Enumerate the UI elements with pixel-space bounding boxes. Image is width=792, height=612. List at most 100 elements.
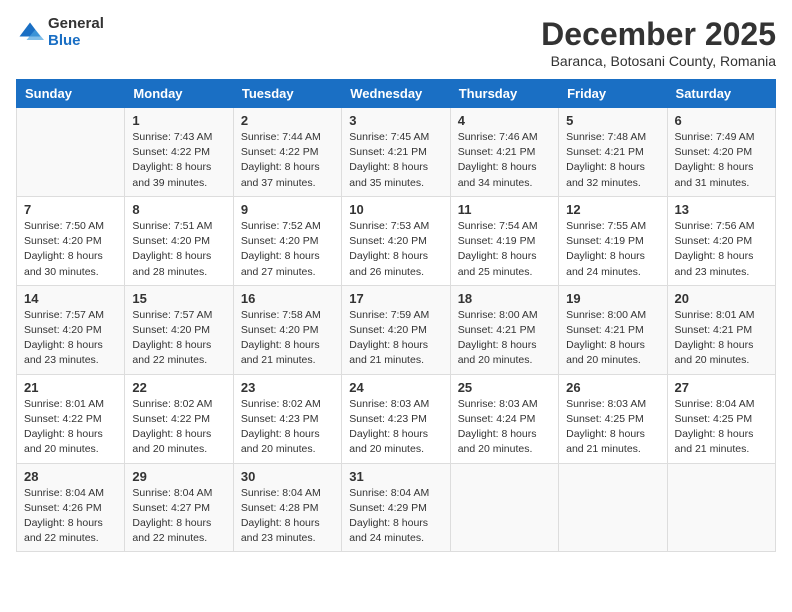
- sunrise-info: Sunrise: 7:57 AM: [24, 309, 104, 321]
- daylight-info: Daylight: 8 hours and 39 minutes.: [132, 161, 211, 188]
- sunrise-info: Sunrise: 8:03 AM: [349, 398, 429, 410]
- calendar-cell: [667, 463, 775, 552]
- day-number: 2: [241, 113, 334, 128]
- daylight-info: Daylight: 8 hours and 25 minutes.: [458, 250, 537, 277]
- day-number: 26: [566, 380, 659, 395]
- sunset-info: Sunset: 4:29 PM: [349, 502, 427, 514]
- day-number: 11: [458, 202, 551, 217]
- daylight-info: Daylight: 8 hours and 30 minutes.: [24, 250, 103, 277]
- day-info: Sunrise: 8:01 AM Sunset: 4:22 PM Dayligh…: [24, 397, 117, 458]
- logo-text: General Blue: [48, 16, 104, 49]
- day-number: 7: [24, 202, 117, 217]
- logo-blue-text: Blue: [48, 33, 104, 50]
- calendar-cell: 2 Sunrise: 7:44 AM Sunset: 4:22 PM Dayli…: [233, 108, 341, 197]
- sunrise-info: Sunrise: 8:00 AM: [566, 309, 646, 321]
- sunrise-info: Sunrise: 8:03 AM: [458, 398, 538, 410]
- daylight-info: Daylight: 8 hours and 21 minutes.: [675, 428, 754, 455]
- day-number: 30: [241, 469, 334, 484]
- daylight-info: Daylight: 8 hours and 21 minutes.: [241, 339, 320, 366]
- sunrise-info: Sunrise: 8:04 AM: [24, 487, 104, 499]
- calendar-header-friday: Friday: [559, 80, 667, 108]
- day-info: Sunrise: 7:50 AM Sunset: 4:20 PM Dayligh…: [24, 219, 117, 280]
- calendar-header-monday: Monday: [125, 80, 233, 108]
- day-info: Sunrise: 7:48 AM Sunset: 4:21 PM Dayligh…: [566, 130, 659, 191]
- daylight-info: Daylight: 8 hours and 20 minutes.: [349, 428, 428, 455]
- day-info: Sunrise: 8:04 AM Sunset: 4:25 PM Dayligh…: [675, 397, 768, 458]
- sunset-info: Sunset: 4:20 PM: [241, 324, 319, 336]
- day-info: Sunrise: 7:57 AM Sunset: 4:20 PM Dayligh…: [132, 308, 225, 369]
- sunrise-info: Sunrise: 7:43 AM: [132, 131, 212, 143]
- calendar-cell: 26 Sunrise: 8:03 AM Sunset: 4:25 PM Dayl…: [559, 374, 667, 463]
- day-info: Sunrise: 7:43 AM Sunset: 4:22 PM Dayligh…: [132, 130, 225, 191]
- calendar-cell: 4 Sunrise: 7:46 AM Sunset: 4:21 PM Dayli…: [450, 108, 558, 197]
- day-info: Sunrise: 8:04 AM Sunset: 4:27 PM Dayligh…: [132, 486, 225, 547]
- day-info: Sunrise: 7:55 AM Sunset: 4:19 PM Dayligh…: [566, 219, 659, 280]
- calendar-cell: 8 Sunrise: 7:51 AM Sunset: 4:20 PM Dayli…: [125, 196, 233, 285]
- calendar-cell: 19 Sunrise: 8:00 AM Sunset: 4:21 PM Dayl…: [559, 285, 667, 374]
- sunrise-info: Sunrise: 7:57 AM: [132, 309, 212, 321]
- calendar-cell: [559, 463, 667, 552]
- day-number: 21: [24, 380, 117, 395]
- sunset-info: Sunset: 4:22 PM: [241, 146, 319, 158]
- sunrise-info: Sunrise: 7:56 AM: [675, 220, 755, 232]
- calendar-header-thursday: Thursday: [450, 80, 558, 108]
- calendar-header-sunday: Sunday: [17, 80, 125, 108]
- daylight-info: Daylight: 8 hours and 20 minutes.: [458, 339, 537, 366]
- sunset-info: Sunset: 4:21 PM: [458, 324, 536, 336]
- day-info: Sunrise: 8:02 AM Sunset: 4:23 PM Dayligh…: [241, 397, 334, 458]
- sunrise-info: Sunrise: 7:51 AM: [132, 220, 212, 232]
- daylight-info: Daylight: 8 hours and 23 minutes.: [675, 250, 754, 277]
- daylight-info: Daylight: 8 hours and 34 minutes.: [458, 161, 537, 188]
- sunrise-info: Sunrise: 7:46 AM: [458, 131, 538, 143]
- calendar-cell: 29 Sunrise: 8:04 AM Sunset: 4:27 PM Dayl…: [125, 463, 233, 552]
- sunrise-info: Sunrise: 8:01 AM: [24, 398, 104, 410]
- day-number: 25: [458, 380, 551, 395]
- sunrise-info: Sunrise: 7:58 AM: [241, 309, 321, 321]
- sunset-info: Sunset: 4:21 PM: [566, 146, 644, 158]
- calendar-cell: 3 Sunrise: 7:45 AM Sunset: 4:21 PM Dayli…: [342, 108, 450, 197]
- day-number: 18: [458, 291, 551, 306]
- day-number: 16: [241, 291, 334, 306]
- day-number: 31: [349, 469, 442, 484]
- day-info: Sunrise: 7:45 AM Sunset: 4:21 PM Dayligh…: [349, 130, 442, 191]
- sunset-info: Sunset: 4:25 PM: [566, 413, 644, 425]
- daylight-info: Daylight: 8 hours and 20 minutes.: [132, 428, 211, 455]
- day-info: Sunrise: 7:56 AM Sunset: 4:20 PM Dayligh…: [675, 219, 768, 280]
- sunset-info: Sunset: 4:22 PM: [132, 413, 210, 425]
- sunset-info: Sunset: 4:20 PM: [675, 235, 753, 247]
- day-info: Sunrise: 7:57 AM Sunset: 4:20 PM Dayligh…: [24, 308, 117, 369]
- sunset-info: Sunset: 4:28 PM: [241, 502, 319, 514]
- daylight-info: Daylight: 8 hours and 20 minutes.: [458, 428, 537, 455]
- sunrise-info: Sunrise: 7:53 AM: [349, 220, 429, 232]
- day-number: 6: [675, 113, 768, 128]
- calendar-cell: 18 Sunrise: 8:00 AM Sunset: 4:21 PM Dayl…: [450, 285, 558, 374]
- daylight-info: Daylight: 8 hours and 28 minutes.: [132, 250, 211, 277]
- day-number: 28: [24, 469, 117, 484]
- sunrise-info: Sunrise: 7:55 AM: [566, 220, 646, 232]
- sunrise-info: Sunrise: 8:04 AM: [349, 487, 429, 499]
- sunset-info: Sunset: 4:20 PM: [24, 235, 102, 247]
- calendar-cell: 1 Sunrise: 7:43 AM Sunset: 4:22 PM Dayli…: [125, 108, 233, 197]
- sunset-info: Sunset: 4:19 PM: [566, 235, 644, 247]
- day-info: Sunrise: 8:02 AM Sunset: 4:22 PM Dayligh…: [132, 397, 225, 458]
- day-number: 20: [675, 291, 768, 306]
- sunset-info: Sunset: 4:21 PM: [349, 146, 427, 158]
- day-info: Sunrise: 7:49 AM Sunset: 4:20 PM Dayligh…: [675, 130, 768, 191]
- day-info: Sunrise: 7:58 AM Sunset: 4:20 PM Dayligh…: [241, 308, 334, 369]
- sunset-info: Sunset: 4:21 PM: [675, 324, 753, 336]
- day-number: 12: [566, 202, 659, 217]
- daylight-info: Daylight: 8 hours and 20 minutes.: [241, 428, 320, 455]
- calendar-cell: 30 Sunrise: 8:04 AM Sunset: 4:28 PM Dayl…: [233, 463, 341, 552]
- calendar-header-tuesday: Tuesday: [233, 80, 341, 108]
- sunrise-info: Sunrise: 7:49 AM: [675, 131, 755, 143]
- calendar-cell: 12 Sunrise: 7:55 AM Sunset: 4:19 PM Dayl…: [559, 196, 667, 285]
- location-title: Baranca, Botosani County, Romania: [541, 53, 776, 69]
- sunrise-info: Sunrise: 7:50 AM: [24, 220, 104, 232]
- calendar-week-row: 28 Sunrise: 8:04 AM Sunset: 4:26 PM Dayl…: [17, 463, 776, 552]
- calendar-cell: 10 Sunrise: 7:53 AM Sunset: 4:20 PM Dayl…: [342, 196, 450, 285]
- logo-icon: [16, 19, 44, 47]
- sunset-info: Sunset: 4:25 PM: [675, 413, 753, 425]
- sunset-info: Sunset: 4:19 PM: [458, 235, 536, 247]
- calendar-cell: 23 Sunrise: 8:02 AM Sunset: 4:23 PM Dayl…: [233, 374, 341, 463]
- calendar-cell: 31 Sunrise: 8:04 AM Sunset: 4:29 PM Dayl…: [342, 463, 450, 552]
